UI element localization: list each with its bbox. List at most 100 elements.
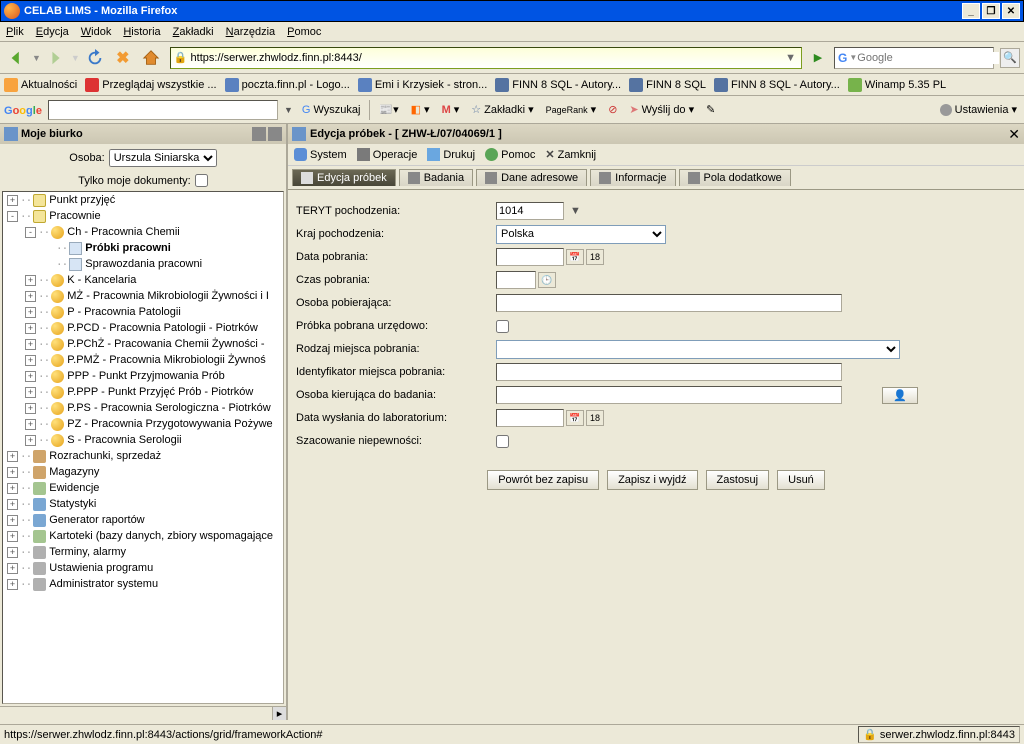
url-bar[interactable]: 🔒 ▼: [170, 47, 802, 69]
mm-system[interactable]: System: [294, 148, 347, 161]
collapse-icon[interactable]: [252, 127, 266, 141]
go-button[interactable]: ▶: [808, 48, 828, 68]
menu-pomoc[interactable]: Pomoc: [287, 26, 321, 38]
menu-narzedzia[interactable]: Narzędzia: [226, 26, 276, 38]
gbar-send[interactable]: ➤Wyślij do▾: [626, 103, 697, 116]
nav-tree[interactable]: +··Punkt przyjęć-··Pracownie-··Ch - Prac…: [2, 191, 284, 704]
expander-icon[interactable]: +: [7, 451, 18, 462]
gbar-blog[interactable]: ◧▾: [408, 103, 433, 116]
contact-button[interactable]: 👤: [882, 387, 918, 404]
osobapob-input[interactable]: [496, 294, 842, 312]
tree-node[interactable]: +··Ustawienia programu: [3, 560, 283, 576]
bookmark-aktualnosci[interactable]: Aktualności: [4, 78, 77, 92]
tree-node[interactable]: +··Ewidencje: [3, 480, 283, 496]
expander-icon[interactable]: +: [25, 291, 36, 302]
menu-edycja[interactable]: Edycja: [36, 26, 69, 38]
expander-icon[interactable]: +: [25, 275, 36, 286]
tree-node[interactable]: ··Próbki pracowni: [3, 240, 283, 256]
back-button[interactable]: [4, 45, 30, 71]
tree-node[interactable]: -··Pracownie: [3, 208, 283, 224]
urzed-checkbox[interactable]: [496, 320, 509, 333]
google-search-input[interactable]: [48, 100, 278, 120]
expander-icon[interactable]: +: [7, 531, 18, 542]
expander-icon[interactable]: +: [7, 515, 18, 526]
expander-icon[interactable]: +: [25, 371, 36, 382]
mm-operacje[interactable]: Operacje: [357, 148, 418, 161]
url-input[interactable]: [191, 52, 784, 64]
tree-node[interactable]: +··P.PPP - Punkt Przyjęć Prób - Piotrków: [3, 384, 283, 400]
reload-button[interactable]: [82, 45, 108, 71]
mm-zamknij[interactable]: ✕Zamknij: [545, 148, 596, 161]
menu-widok[interactable]: Widok: [81, 26, 112, 38]
tree-node[interactable]: +··Terminy, alarmy: [3, 544, 283, 560]
forward-button[interactable]: [43, 45, 69, 71]
tree-node[interactable]: +··PPP - Punkt Przyjmowania Prób: [3, 368, 283, 384]
expander-icon[interactable]: +: [25, 355, 36, 366]
bookmark-winamp[interactable]: Winamp 5.35 PL: [848, 78, 946, 92]
tree-node[interactable]: +··Punkt przyjęć: [3, 192, 283, 208]
tab-badania[interactable]: Badania: [399, 169, 473, 186]
rodzaj-select[interactable]: [496, 340, 900, 359]
cal2-icon[interactable]: 18: [586, 249, 604, 265]
tree-node[interactable]: +··P.PCD - Pracownia Patologii - Piotrkó…: [3, 320, 283, 336]
gbar-settings[interactable]: Ustawienia▾: [937, 103, 1020, 116]
tree-node[interactable]: +··K - Kancelaria: [3, 272, 283, 288]
gbar-wyszukaj[interactable]: GWyszukaj: [299, 104, 364, 116]
tree-node[interactable]: +··P.PS - Pracownia Serologiczna - Piotr…: [3, 400, 283, 416]
datawys-input[interactable]: [496, 409, 564, 427]
gbar-highlight[interactable]: ✎: [703, 103, 718, 116]
clock-icon[interactable]: 🕒: [538, 272, 556, 288]
tree-node[interactable]: ··Sprawozdania pracowni: [3, 256, 283, 272]
panel-close-button[interactable]: ✕: [1008, 126, 1020, 143]
tab-pola[interactable]: Pola dodatkowe: [679, 169, 791, 186]
stop-button[interactable]: ✖: [110, 45, 136, 71]
tree-node[interactable]: +··S - Pracownia Serologii: [3, 432, 283, 448]
datapob-input[interactable]: [496, 248, 564, 266]
cal4-icon[interactable]: 18: [586, 410, 604, 426]
teryt-input[interactable]: [496, 202, 564, 220]
bookmark-przegladaj[interactable]: Przeglądaj wszystkie ...: [85, 78, 216, 92]
gbar-news[interactable]: 📰▾: [376, 103, 401, 116]
tab-dane[interactable]: Dane adresowe: [476, 169, 587, 186]
expander-icon[interactable]: +: [25, 435, 36, 446]
kraj-select[interactable]: Polska: [496, 225, 666, 244]
expander-icon[interactable]: +: [7, 547, 18, 558]
tab-informacje[interactable]: Informacje: [590, 169, 675, 186]
expander-icon[interactable]: +: [7, 195, 18, 206]
gbar-pagerank[interactable]: PageRank▾: [543, 103, 600, 116]
minimize-button[interactable]: _: [962, 3, 980, 19]
close-button[interactable]: ✕: [1002, 3, 1020, 19]
search-go-button[interactable]: 🔍: [1000, 48, 1020, 68]
expander-icon[interactable]: +: [25, 307, 36, 318]
expander-icon[interactable]: +: [25, 339, 36, 350]
url-dropdown[interactable]: ▼: [783, 52, 798, 64]
mm-drukuj[interactable]: Drukuj: [427, 148, 475, 161]
bookmark-finn2[interactable]: FINN 8 SQL: [629, 78, 706, 92]
cal1-icon[interactable]: 📅: [566, 249, 584, 265]
expander-icon[interactable]: +: [25, 323, 36, 334]
bookmark-finn3[interactable]: FINN 8 SQL - Autory...: [714, 78, 840, 92]
expander-icon[interactable]: +: [7, 467, 18, 478]
tree-node[interactable]: +··P - Pracownia Patologii: [3, 304, 283, 320]
search-input[interactable]: [857, 52, 999, 64]
osoba-select[interactable]: Urszula Siniarska: [109, 149, 217, 167]
expander-icon[interactable]: +: [7, 483, 18, 494]
tree-node[interactable]: +··PZ - Pracownia Przygotowywania Pożywe: [3, 416, 283, 432]
expander-icon[interactable]: +: [7, 499, 18, 510]
usun-button[interactable]: Usuń: [777, 470, 825, 490]
bookmark-emi[interactable]: Emi i Krzysiek - stron...: [358, 78, 487, 92]
menu-zakladki[interactable]: Zakładki: [173, 26, 214, 38]
search-bar[interactable]: G▼: [834, 47, 994, 69]
tree-node[interactable]: +··Magazyny: [3, 464, 283, 480]
expander-icon[interactable]: +: [25, 419, 36, 430]
gbar-bookmark[interactable]: ☆Zakładki▾: [468, 103, 536, 116]
home-button[interactable]: [138, 45, 164, 71]
tree-node[interactable]: -··Ch - Pracownia Chemii: [3, 224, 283, 240]
tylko-checkbox[interactable]: [195, 174, 208, 187]
ident-input[interactable]: [496, 363, 842, 381]
expander-icon[interactable]: +: [25, 387, 36, 398]
tree-node[interactable]: +··Statystyki: [3, 496, 283, 512]
tab-edycja[interactable]: Edycja próbek: [292, 169, 396, 186]
expander-icon[interactable]: +: [7, 579, 18, 590]
restore-button[interactable]: ❐: [982, 3, 1000, 19]
